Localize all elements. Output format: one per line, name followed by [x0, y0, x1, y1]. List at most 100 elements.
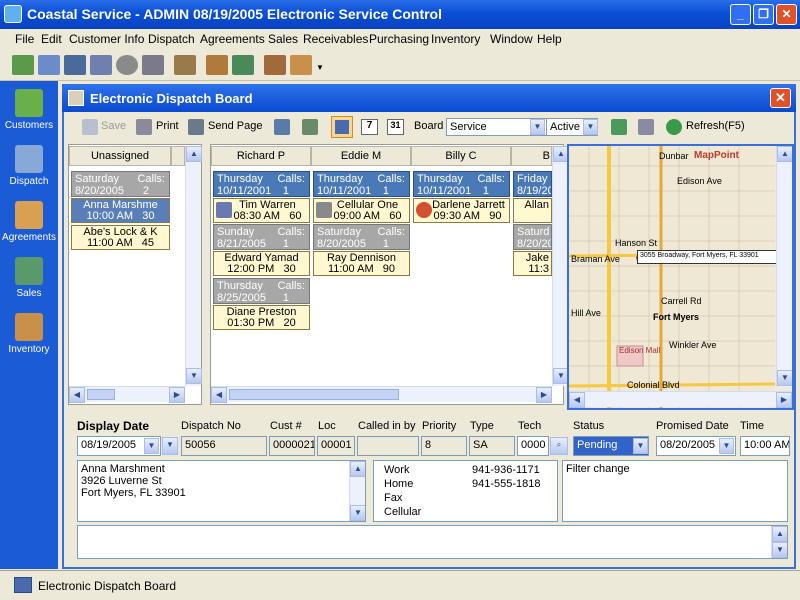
save-icon — [82, 119, 98, 135]
scroll-right-icon[interactable]: ▶ — [169, 387, 185, 403]
appointment-card[interactable]: Darlene Jarrett 09:30 AM 90 — [413, 198, 510, 223]
map-hscroll[interactable]: ◀ ▶ — [569, 391, 792, 408]
menu-file[interactable]: File — [15, 32, 34, 46]
nav-agreements[interactable]: Agreements — [0, 197, 58, 253]
scroll-right-icon[interactable]: ▶ — [536, 387, 552, 403]
scroll-thumb[interactable] — [87, 389, 115, 400]
clock-icon[interactable] — [116, 55, 138, 75]
map-vscroll[interactable]: ▲ ▼ — [776, 146, 792, 387]
search-icon[interactable] — [638, 119, 654, 135]
called-in-by-field — [357, 436, 419, 456]
promised-date-dropdown[interactable]: ▼ — [719, 438, 734, 454]
map-label: Hanson St — [615, 238, 658, 248]
customer-address-box[interactable]: Anna Marshment 3926 Luverne St Fort Myer… — [77, 460, 366, 522]
menu-customer-info[interactable]: Customer Info — [69, 32, 144, 46]
board-hscroll[interactable]: ◀ ▶ — [211, 386, 552, 403]
menu-window[interactable]: Window — [490, 32, 533, 46]
menu-receivables[interactable]: Receivables — [303, 32, 368, 46]
send-page-button[interactable]: Send Page — [208, 120, 262, 132]
chevron-down-icon[interactable]: ▼ — [144, 438, 159, 454]
scroll-left-icon[interactable]: ◀ — [211, 387, 227, 403]
contact-view-icon[interactable] — [302, 119, 318, 135]
scroll-up-icon[interactable]: ▲ — [772, 526, 787, 542]
comments-vscroll[interactable]: ▲ ▼ — [771, 526, 787, 558]
notes-box[interactable]: Filter change — [562, 460, 788, 522]
inventory-icon — [15, 313, 43, 341]
scroll-up-icon[interactable]: ▲ — [186, 146, 202, 162]
scroll-left-icon[interactable]: ◀ — [69, 387, 85, 403]
board-vscroll[interactable]: ▲ ▼ — [552, 146, 569, 386]
menu-bar: File Edit Customer Info Dispatch Agreeme… — [0, 29, 800, 49]
scroll-right-icon[interactable]: ▶ — [776, 392, 792, 408]
month-view-button[interactable]: 31 — [387, 119, 404, 135]
nav-sales[interactable]: Sales — [0, 253, 58, 309]
book-icon[interactable] — [174, 55, 196, 75]
dispatch-icon[interactable] — [64, 55, 86, 75]
taskbar: Electronic Dispatch Board — [0, 570, 800, 600]
ledger-icon[interactable] — [232, 55, 254, 75]
appointment-card[interactable]: Abe's Lock & K 11:00 AM 45 — [71, 225, 170, 250]
menu-sales[interactable]: Sales — [268, 32, 298, 46]
agreements-icon[interactable] — [206, 55, 228, 75]
purchasing-icon[interactable] — [264, 55, 286, 75]
nav-inventory[interactable]: Inventory — [0, 309, 58, 365]
app-icon — [4, 5, 22, 23]
contacts-icon[interactable] — [38, 55, 60, 75]
scroll-down-icon[interactable]: ▼ — [186, 368, 202, 384]
scroll-down-icon[interactable]: ▼ — [772, 542, 787, 558]
board-dropdown-arrow[interactable]: ▼ — [530, 119, 545, 135]
status-dropdown-arrow[interactable]: ▼ — [633, 438, 648, 454]
appointment-card[interactable]: Cellular One 09:00 AM 60 — [313, 198, 410, 223]
customers-icon[interactable] — [12, 55, 34, 75]
appointment-card[interactable]: Edward Yamad 12:00 PM 30 — [213, 251, 310, 276]
print-button[interactable]: Print — [156, 120, 179, 132]
appointment-card[interactable]: Jake 11:3 — [513, 251, 552, 276]
toolbar-overflow-icon[interactable]: ▼ — [316, 63, 324, 72]
appointment-card[interactable]: Tim Warren 08:30 AM 60 — [213, 198, 310, 223]
tech-search-icon[interactable]: ⌕ — [550, 437, 568, 455]
time-field[interactable]: 10:00 AM — [740, 436, 790, 456]
comments-box[interactable]: ▲ ▼ — [77, 525, 788, 559]
scroll-down-icon[interactable]: ▼ — [350, 505, 365, 521]
nav-customers[interactable]: Customers — [0, 85, 58, 141]
date-picker-button[interactable]: ▼ — [162, 437, 178, 455]
maximize-button[interactable]: ❐ — [753, 4, 774, 25]
save-button[interactable]: Save — [101, 120, 126, 132]
unassigned-vscroll[interactable]: ▲ ▼ — [185, 146, 202, 386]
appointment-card[interactable]: Allan — [513, 198, 552, 223]
printer-icon[interactable] — [142, 55, 164, 75]
week-view-button[interactable]: 7 — [361, 119, 378, 135]
close-button[interactable]: ✕ — [776, 4, 797, 25]
appointment-card[interactable]: Ray Dennison 11:00 AM 90 — [313, 251, 410, 276]
menu-dispatch[interactable]: Dispatch — [148, 32, 195, 46]
dispatch-view-icon[interactable] — [274, 119, 290, 135]
nav-dispatch[interactable]: Dispatch — [0, 141, 58, 197]
status-dropdown-arrow[interactable]: ▼ — [583, 119, 598, 135]
window-close-button[interactable]: ✕ — [770, 88, 791, 108]
scroll-left-icon[interactable]: ◀ — [569, 392, 585, 408]
map-panel[interactable]: MapPoint Dunbar Edison Ave Hanson St Car… — [567, 144, 794, 410]
appointment-card[interactable]: Anna Marshme 10:00 AM 30 — [71, 198, 170, 223]
filter-icon[interactable] — [611, 119, 627, 135]
menu-inventory[interactable]: Inventory — [431, 32, 480, 46]
calendar-icon[interactable] — [90, 55, 112, 75]
scroll-thumb[interactable] — [229, 389, 399, 400]
appointment-card[interactable]: Diane Preston 01:30 PM 20 — [213, 305, 310, 330]
scroll-up-icon[interactable]: ▲ — [350, 461, 365, 477]
menu-agreements[interactable]: Agreements — [200, 32, 265, 46]
unassigned-hscroll[interactable]: ◀ ▶ — [69, 386, 185, 403]
refresh-button[interactable]: Refresh(F5) — [686, 120, 745, 132]
phone-label: Work — [384, 464, 410, 476]
task-label[interactable]: Electronic Dispatch Board — [38, 579, 176, 593]
tech-field[interactable]: 0000 — [517, 436, 549, 456]
menu-help[interactable]: Help — [537, 32, 562, 46]
day-view-button[interactable] — [331, 116, 353, 138]
menu-edit[interactable]: Edit — [41, 32, 62, 46]
scroll-up-icon[interactable]: ▲ — [777, 146, 792, 162]
menu-purchasing[interactable]: Purchasing — [369, 32, 429, 46]
minimize-button[interactable]: _ — [730, 4, 751, 25]
address-line: Anna Marshment — [81, 463, 165, 475]
inventory-box-icon[interactable] — [290, 55, 312, 75]
scroll-down-icon[interactable]: ▼ — [777, 370, 792, 386]
address-vscroll[interactable]: ▲ ▼ — [349, 461, 365, 521]
